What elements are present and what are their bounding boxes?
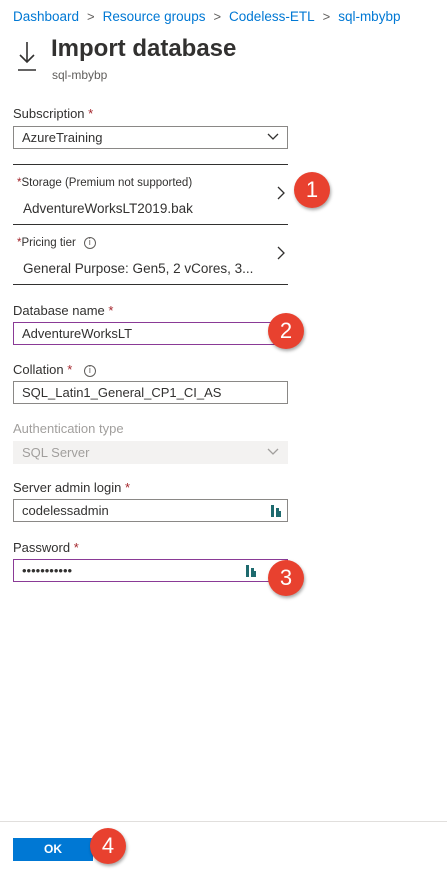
import-arrow-icon [18, 42, 36, 71]
breadcrumb-dashboard[interactable]: Dashboard [13, 9, 79, 24]
password-input[interactable]: ••••••••••• [13, 559, 288, 582]
collation-label: Collation * i [13, 362, 96, 377]
required-marker: * [88, 106, 94, 121]
breadcrumb-resource-group[interactable]: Codeless-ETL [229, 9, 315, 24]
page-title: Import database [51, 35, 237, 62]
annotation-badge-1: 1 [294, 172, 330, 208]
storage-label: *Storage (Premium not supported) [17, 177, 193, 189]
key-vault-icon[interactable] [245, 564, 257, 578]
storage-value: AdventureWorksLT2019.bak [23, 201, 193, 216]
subscription-label: Subscription * [13, 106, 94, 121]
key-vault-icon[interactable] [270, 504, 282, 518]
authentication-type-label: Authentication type [13, 421, 124, 436]
database-name-input[interactable]: AdventureWorksLT [13, 322, 288, 345]
page-subtitle: sql-mbybp [52, 68, 108, 82]
required-marker: * [67, 362, 73, 377]
pricing-tier-value: General Purpose: Gen5, 2 vCores, 3... [23, 261, 254, 276]
chevron-right-icon [277, 246, 285, 260]
pricing-tier-label: *Pricing tier i [17, 237, 96, 249]
annotation-badge-2: 2 [268, 313, 304, 349]
breadcrumb: Dashboard > Resource groups > Codeless-E… [13, 9, 400, 24]
required-marker: * [125, 480, 131, 495]
subscription-dropdown[interactable]: AzureTraining [13, 126, 288, 149]
storage-picker[interactable]: *Storage (Premium not supported) Adventu… [13, 164, 288, 224]
required-marker: * [108, 303, 114, 318]
server-admin-login-label: Server admin login * [13, 480, 131, 495]
chevron-down-icon [267, 448, 279, 455]
info-icon[interactable]: i [83, 237, 96, 249]
chevron-right-icon: > [213, 9, 222, 24]
chevron-down-icon [267, 133, 279, 140]
breadcrumb-resource-groups[interactable]: Resource groups [103, 9, 206, 24]
breadcrumb-server[interactable]: sql-mbybp [338, 9, 400, 24]
annotation-badge-3: 3 [268, 560, 304, 596]
database-name-label: Database name * [13, 303, 114, 318]
info-icon[interactable]: i [83, 365, 96, 377]
chevron-right-icon: > [87, 9, 95, 24]
collation-input[interactable]: SQL_Latin1_General_CP1_CI_AS [13, 381, 288, 404]
password-label: Password * [13, 540, 79, 555]
chevron-right-icon [277, 186, 285, 200]
server-admin-login-input[interactable]: codelessadmin [13, 499, 288, 522]
annotation-badge-4: 4 [90, 828, 126, 864]
footer-divider [0, 821, 447, 822]
pricing-tier-picker[interactable]: *Pricing tier i General Purpose: Gen5, 2 … [13, 224, 288, 285]
required-marker: * [73, 540, 79, 555]
ok-button[interactable]: OK [13, 838, 93, 861]
chevron-right-icon: > [322, 9, 331, 24]
authentication-type-dropdown: SQL Server [13, 441, 288, 464]
